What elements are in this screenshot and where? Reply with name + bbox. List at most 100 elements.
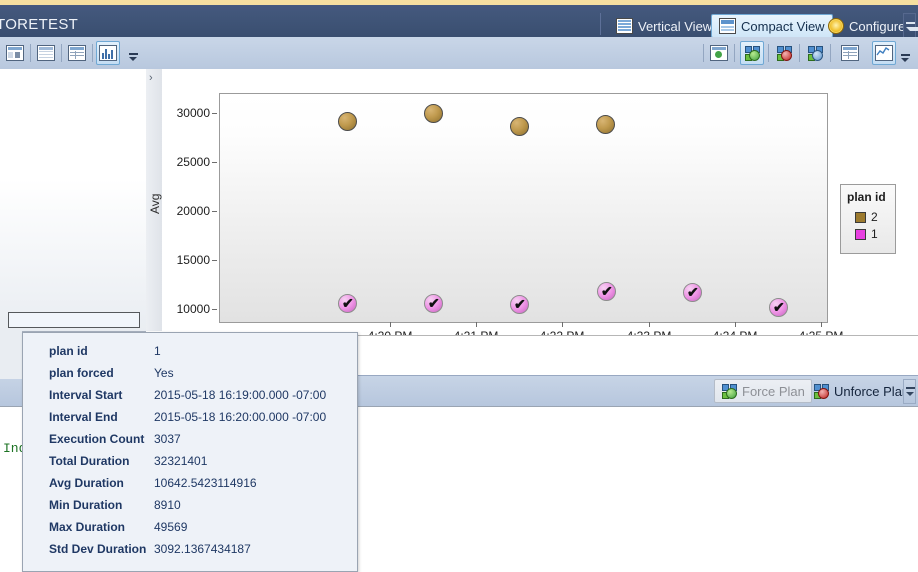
toolbar-button-table-view[interactable] xyxy=(34,41,58,65)
tooltip-value: 10642.5423114916 xyxy=(154,476,257,490)
data-point-plan1-forced[interactable]: ✔ xyxy=(683,283,702,302)
compact-view-button[interactable]: Compact View xyxy=(711,14,833,38)
table-view-icon xyxy=(37,45,55,61)
configure-label: Configure xyxy=(849,18,906,34)
line-chart-icon xyxy=(875,45,893,61)
compact-view-label: Compact View xyxy=(741,18,825,34)
action-bar-overflow-button[interactable] xyxy=(903,379,916,404)
vertical-view-label: Vertical View xyxy=(638,18,713,34)
compact-view-icon xyxy=(719,18,736,34)
check-icon: ✔ xyxy=(687,284,699,300)
tooltip-value: 1 xyxy=(154,344,161,358)
overflow-bar xyxy=(906,22,915,24)
tooltip-key: plan forced xyxy=(49,366,114,380)
x-tick-mark xyxy=(649,322,650,327)
unforce-plan-icon xyxy=(776,45,792,61)
tooltip-key: Avg Duration xyxy=(49,476,124,490)
y-tick-label: 30000 xyxy=(176,106,210,120)
vertical-view-icon xyxy=(616,18,633,34)
y-tick-mark xyxy=(212,162,217,163)
y-tick-mark xyxy=(212,260,217,261)
chevron-down-icon xyxy=(129,57,137,61)
tooltip-value: 49569 xyxy=(154,520,188,534)
check-icon: ✔ xyxy=(773,299,785,315)
unforce-plan-label: Unforce Plan xyxy=(834,383,910,399)
x-tick-mark xyxy=(735,322,736,327)
toolbar-button-line-chart[interactable] xyxy=(872,41,896,65)
configure-button[interactable]: Configure xyxy=(820,14,913,38)
legend-swatch-plan2 xyxy=(855,211,866,223)
tooltip-row: plan id 1 xyxy=(49,344,326,366)
select-grid-icon xyxy=(6,45,24,61)
force-plan-icon xyxy=(721,383,737,399)
toolbar-button-compare-plan[interactable] xyxy=(803,41,827,65)
unforce-plan-icon xyxy=(813,383,829,399)
y-tick-mark xyxy=(212,211,217,212)
tooltip-row: Avg Duration 10642.5423114916 xyxy=(49,476,326,498)
vertical-view-button[interactable]: Vertical View xyxy=(608,14,720,38)
toolbar-button-unforce-plan[interactable] xyxy=(772,41,796,65)
data-point-plan1-forced[interactable]: ✔ xyxy=(338,294,357,313)
tooltip-key: Interval Start xyxy=(49,388,123,402)
tooltip-key: Interval End xyxy=(49,410,118,424)
x-tick-mark xyxy=(390,322,391,327)
toolbar-separator-4 xyxy=(703,44,704,62)
force-plan-label: Force Plan xyxy=(742,383,805,399)
toolbar-separator-7 xyxy=(799,44,800,62)
x-tick-mark xyxy=(562,322,563,327)
toolbar-separator-5 xyxy=(734,44,735,62)
toolbar-separator-2 xyxy=(61,44,62,62)
toolbar-overflow-icon[interactable] xyxy=(128,53,139,64)
grid-view-icon xyxy=(841,45,859,61)
tooltip-key: Total Duration xyxy=(49,454,130,468)
data-point-plan1-forced[interactable]: ✔ xyxy=(769,298,788,317)
legend-swatch-plan1 xyxy=(855,228,866,240)
tooltip-value: 8910 xyxy=(154,498,181,512)
tooltip-key: Std Dev Duration xyxy=(49,542,147,556)
toolbar-button-refresh[interactable] xyxy=(707,41,731,65)
grid-view-icon xyxy=(68,45,86,61)
toolbar-button-bar-chart[interactable] xyxy=(96,41,120,65)
panel-toolbar: Plan Summary For Query 1 xyxy=(0,37,918,99)
tooltip-value: 2015-05-18 16:20:00.000 -07:00 xyxy=(154,410,327,424)
data-point-plan1-forced[interactable]: ✔ xyxy=(510,295,529,314)
toolbar-button-grid-view[interactable] xyxy=(65,41,89,65)
legend-label: 2 xyxy=(871,210,878,224)
toolbar-button-select-grid[interactable] xyxy=(3,41,27,65)
overflow-bar xyxy=(906,387,915,389)
toolbar-button-force-plan[interactable] xyxy=(740,41,764,65)
legend-entry-1[interactable]: 1 xyxy=(855,227,878,241)
tooltip-row: plan forced Yes xyxy=(49,366,326,388)
tooltip-key: Max Duration xyxy=(49,520,126,534)
line-chart-glyph xyxy=(876,47,890,56)
data-point-plan2[interactable] xyxy=(510,117,529,136)
force-plan-icon xyxy=(744,45,760,61)
titlebar-separator xyxy=(600,13,601,35)
data-point-plan2[interactable] xyxy=(424,104,443,123)
tooltip-key: Min Duration xyxy=(49,498,123,512)
chevron-right-icon[interactable]: › xyxy=(149,72,153,84)
overflow-bar xyxy=(901,54,910,56)
data-point-plan2[interactable] xyxy=(338,112,357,131)
data-point-plan1-forced[interactable]: ✔ xyxy=(597,282,616,301)
unforce-plan-button[interactable]: Unforce Plan xyxy=(806,379,916,403)
y-tick-label: 20000 xyxy=(176,204,210,218)
toolbar-separator-8 xyxy=(830,44,831,62)
toolbar-button-grid-view-2[interactable] xyxy=(838,41,862,65)
data-point-plan2[interactable] xyxy=(596,115,615,134)
legend-entry-2[interactable]: 2 xyxy=(855,210,878,224)
check-icon: ✔ xyxy=(601,283,613,299)
toolbar-separator-6 xyxy=(768,44,769,62)
data-point-tooltip: plan id 1 plan forced Yes Interval Start… xyxy=(22,332,358,572)
titlebar-overflow-button[interactable] xyxy=(903,13,918,39)
tooltip-value: 32321401 xyxy=(154,454,208,468)
data-point-plan1-forced[interactable]: ✔ xyxy=(424,294,443,313)
force-plan-button[interactable]: Force Plan xyxy=(714,379,812,403)
gear-icon xyxy=(828,18,844,34)
chart-region xyxy=(162,69,918,335)
tooltip-row: Max Duration 49569 xyxy=(49,520,326,542)
toolbar-overflow-icon-2[interactable] xyxy=(900,54,911,65)
tooltip-rows: plan id 1 plan forced Yes Interval Start… xyxy=(49,344,326,564)
check-icon: ✔ xyxy=(342,295,354,311)
overflow-bar xyxy=(129,53,138,55)
